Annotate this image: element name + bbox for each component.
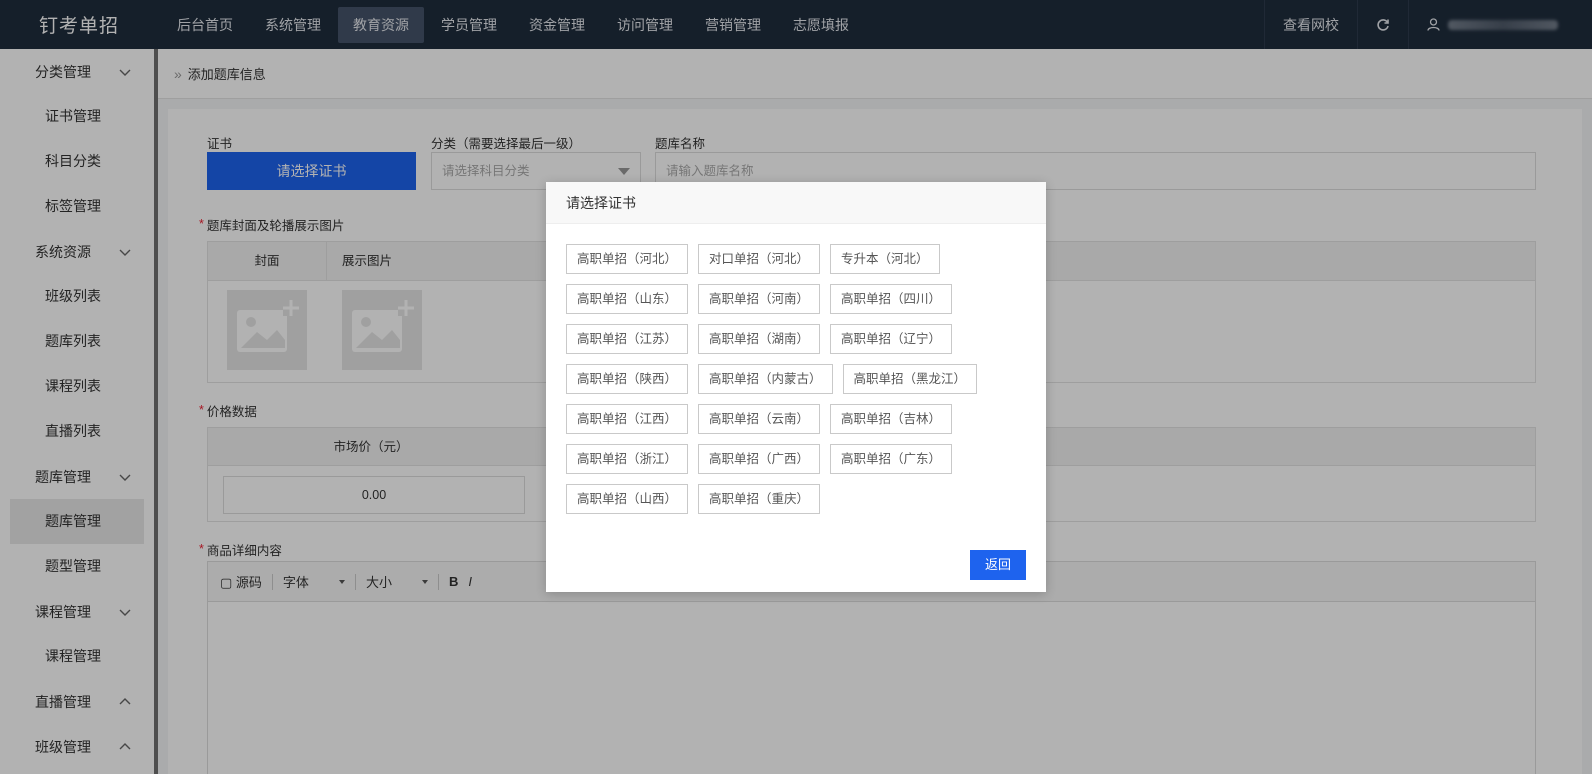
- select-cert-dialog: 请选择证书 高职单招（河北） 对口单招（河北） 专升本（河北） 高职单招（山东） 高职单…: [546, 182, 1046, 592]
- cert-row: 高职单招（山西） 高职单招（重庆）: [566, 484, 1006, 524]
- cert-option-button[interactable]: 高职单招（河南）: [698, 284, 821, 314]
- cert-row: 高职单招（山东） 高职单招（河南） 高职单招（四川）: [566, 284, 1006, 324]
- cert-option-button[interactable]: 高职单招（重庆）: [698, 484, 821, 514]
- cert-row: 高职单招（江苏） 高职单招（湖南） 高职单招（辽宁）: [566, 324, 1006, 364]
- cert-option-button[interactable]: 高职单招（江西）: [566, 404, 689, 434]
- cert-option-button[interactable]: 对口单招（河北）: [698, 244, 821, 274]
- cert-row: 高职单招（河北） 对口单招（河北） 专升本（河北）: [566, 244, 1006, 284]
- cert-option-button[interactable]: 高职单招（陕西）: [566, 364, 689, 394]
- dialog-title: 请选择证书: [546, 182, 1046, 224]
- cert-row: 高职单招（江西） 高职单招（云南） 高职单招（吉林）: [566, 404, 1006, 444]
- cert-row: 高职单招（陕西） 高职单招（内蒙古） 高职单招（黑龙江）: [566, 364, 1006, 404]
- cert-row: 高职单招（浙江） 高职单招（广西） 高职单招（广东）: [566, 444, 1006, 484]
- cert-option-button[interactable]: 高职单招（广东）: [830, 444, 953, 474]
- back-button[interactable]: 返回: [970, 550, 1026, 580]
- cert-options: 高职单招（河北） 对口单招（河北） 专升本（河北） 高职单招（山东） 高职单招（河南）高…: [546, 224, 1006, 524]
- cert-option-button[interactable]: 高职单招（广西）: [698, 444, 821, 474]
- cert-option-button[interactable]: 专升本（河北）: [830, 244, 940, 274]
- cert-option-button[interactable]: 高职单招（辽宁）: [830, 324, 953, 354]
- cert-option-button[interactable]: 高职单招（山东）: [566, 284, 689, 314]
- cert-option-button[interactable]: 高职单招（四川）: [830, 284, 953, 314]
- cert-option-button[interactable]: 高职单招（湖南）: [698, 324, 821, 354]
- cert-option-button[interactable]: 高职单招（江苏）: [566, 324, 689, 354]
- cert-option-button[interactable]: 高职单招（黑龙江）: [842, 364, 978, 394]
- cert-option-button[interactable]: 高职单招（内蒙古）: [698, 364, 833, 394]
- cert-option-button[interactable]: 高职单招（浙江）: [566, 444, 689, 474]
- cert-option-button[interactable]: 高职单招（山西）: [566, 484, 689, 514]
- cert-option-button[interactable]: 高职单招（云南）: [698, 404, 821, 434]
- cert-option-button[interactable]: 高职单招（吉林）: [830, 404, 953, 434]
- cert-option-button[interactable]: 高职单招（河北）: [566, 244, 689, 274]
